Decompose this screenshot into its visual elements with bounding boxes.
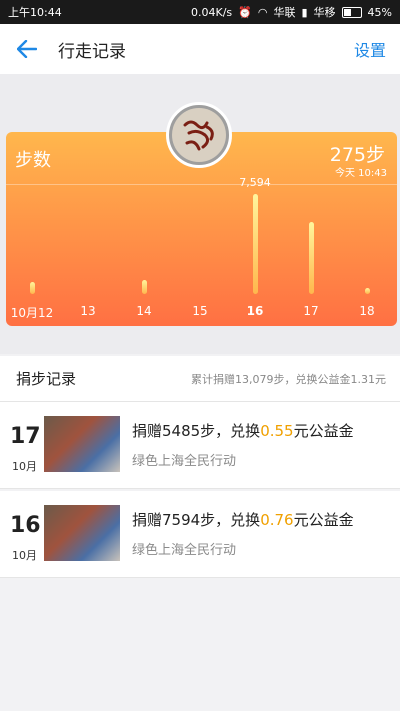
record-campaign: 绿色上海全民行动 [132,543,237,558]
alarm-icon: ⏰ [238,5,252,19]
battery-percent: 45% [367,5,392,19]
divider [6,184,397,185]
avatar-image [172,108,226,162]
record-row[interactable]: 16 10月 捐赠7594步，兑换0.76元公益金 绿色上海全民行动 [0,491,400,578]
carrier-2: 华移 [313,6,336,19]
x-tick-label[interactable]: 15 [192,304,207,318]
steps-label: 步数 [15,150,51,171]
x-tick-label[interactable]: 17 [303,304,318,318]
section-title: 捐步记录 [16,370,77,388]
record-amount: 0.76 [260,511,294,529]
record-campaign: 绿色上海全民行动 [132,454,237,469]
donation-records-header: 捐步记录 累计捐赠13,079步，兑换公益金1.31元 [0,356,400,402]
dragon-calligraphy-icon [183,120,214,151]
record-thumbnail [44,505,120,561]
avatar[interactable] [166,102,232,168]
record-day: 17 [10,424,41,449]
back-arrow-icon [17,40,37,58]
status-bar: 上午10:44 0.04K/s ⏰ ◠ 华联 ▮ 华移 45% [0,0,400,24]
record-text: 捐赠7594步，兑换0.76元公益金 [132,511,354,529]
today-steps: 275步 [329,144,385,166]
page-title: 行走记录 [58,41,126,62]
record-row[interactable]: 17 10月 捐赠5485步，兑换0.55元公益金 绿色上海全民行动 [0,402,400,489]
status-right: 0.04K/s ⏰ ◠ 华联 ▮ 华移 45% [191,4,392,20]
record-thumbnail [44,416,120,472]
network-speed: 0.04K/s [191,5,233,19]
x-tick-label[interactable]: 16 [247,304,264,318]
settings-button[interactable]: 设置 [354,37,386,61]
chart-bar[interactable] [30,282,35,294]
carrier-1: 华联 [273,6,296,19]
record-text: 捐赠5485步，兑换0.55元公益金 [132,422,354,440]
wifi-icon: ◠ [257,5,268,19]
record-month: 10月 [12,460,37,473]
record-amount: 0.55 [260,422,294,440]
chart-bar[interactable] [309,221,314,294]
x-tick-label[interactable]: 18 [359,304,374,318]
x-tick-label[interactable]: 13 [80,304,95,318]
donation-summary: 累计捐赠13,079步，兑换公益金1.31元 [191,372,386,386]
record-month: 10月 [12,549,37,562]
today-time: 今天 10:43 [335,168,387,179]
chart-bar[interactable] [365,288,370,294]
battery-icon [341,6,362,18]
chart-bar[interactable] [142,280,147,294]
back-button[interactable] [14,36,40,62]
app-bar: 行走记录 设置 [0,24,400,74]
record-day: 16 [10,513,41,538]
x-tick-label[interactable]: 10月12 [11,304,54,321]
peak-value-label: 7,594 [239,176,271,189]
x-tick-label[interactable]: 14 [136,304,151,318]
status-time: 上午10:44 [8,6,62,19]
chart-bar[interactable] [253,194,258,294]
signal-icon: ▮ [301,5,308,19]
